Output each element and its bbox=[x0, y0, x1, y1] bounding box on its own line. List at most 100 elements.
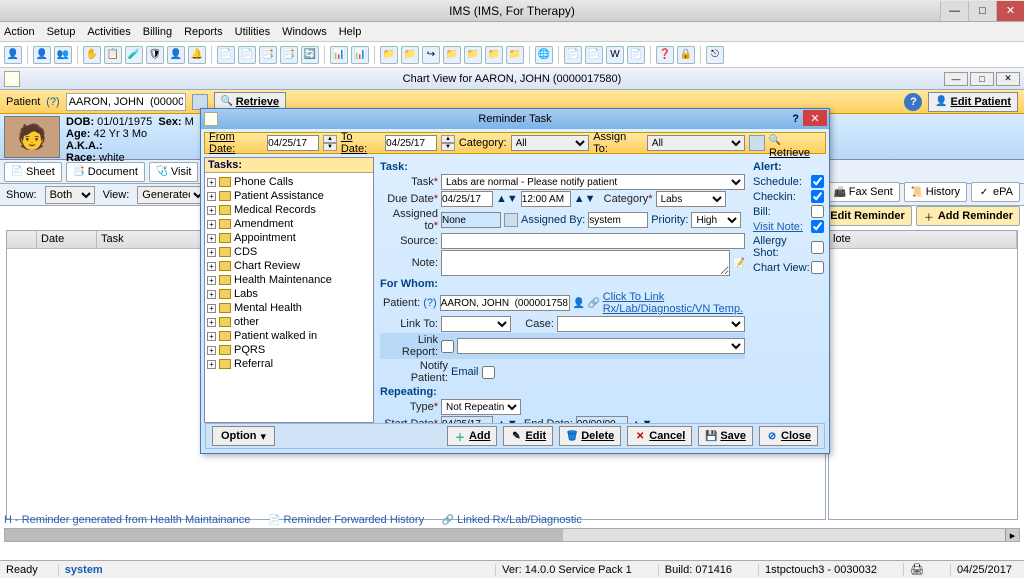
tab-history[interactable]: 📜History bbox=[904, 182, 967, 202]
fw-patient-help[interactable]: (?) bbox=[423, 297, 436, 309]
toolbar-icon[interactable]: 📄 bbox=[217, 46, 235, 64]
assigned-by-input[interactable] bbox=[588, 212, 648, 228]
tab-visit[interactable]: 🩺Visit bbox=[149, 162, 199, 182]
toolbar-icon[interactable]: ✋ bbox=[83, 46, 101, 64]
toolbar-icon[interactable]: 🔒 bbox=[677, 46, 695, 64]
subwin-min[interactable]: — bbox=[944, 72, 968, 86]
cancel-button[interactable]: ✕Cancel bbox=[627, 426, 692, 446]
toolbar-icon[interactable]: 📁 bbox=[401, 46, 419, 64]
link-report-select[interactable] bbox=[457, 338, 745, 354]
link-report-check[interactable] bbox=[441, 340, 454, 353]
option-button[interactable]: Option ▾ bbox=[212, 426, 275, 446]
grid-col-note[interactable]: lote bbox=[829, 231, 1017, 248]
filter-category-select[interactable]: All bbox=[511, 135, 590, 151]
expand-icon[interactable]: + bbox=[207, 290, 216, 299]
toolbar-icon[interactable]: 📁 bbox=[464, 46, 482, 64]
expand-icon[interactable]: + bbox=[207, 276, 216, 285]
dialog-help-icon[interactable]: ? bbox=[792, 113, 799, 125]
note-expand-icon[interactable]: 📝 bbox=[733, 257, 745, 269]
alert-visitnote-label[interactable]: Visit Note: bbox=[753, 221, 803, 233]
menu-reports[interactable]: Reports bbox=[184, 26, 223, 38]
due-time-spinner[interactable]: ▲▼ bbox=[574, 193, 596, 205]
toolbar-icon[interactable]: 📊 bbox=[351, 46, 369, 64]
to-date-input[interactable] bbox=[385, 135, 437, 151]
toolbar-icon[interactable]: 📑 bbox=[259, 46, 277, 64]
tree-item[interactable]: +Amendment bbox=[207, 217, 371, 231]
edit-patient-button[interactable]: 👤 Edit Patient bbox=[928, 92, 1018, 112]
tree-item[interactable]: +Labs bbox=[207, 287, 371, 301]
grid-col-blank[interactable] bbox=[7, 231, 37, 248]
toolbar-icon[interactable]: 📑 bbox=[280, 46, 298, 64]
menu-action[interactable]: Action bbox=[4, 26, 35, 38]
patient-input[interactable] bbox=[66, 93, 186, 111]
rx-link[interactable]: Click To Link Rx/Lab/Diagnostic/VN Temp. bbox=[603, 291, 745, 315]
tab-epa[interactable]: ✓ePA bbox=[971, 182, 1020, 202]
toolbar-icon[interactable]: 🛡 bbox=[146, 46, 164, 64]
toolbar-icon[interactable]: 👥 bbox=[54, 46, 72, 64]
alert-checkin-check[interactable] bbox=[811, 190, 824, 203]
expand-icon[interactable]: + bbox=[207, 234, 216, 243]
menu-utilities[interactable]: Utilities bbox=[235, 26, 270, 38]
filter-assign-select[interactable]: All bbox=[647, 135, 745, 151]
alert-visitnote-check[interactable] bbox=[811, 220, 824, 233]
subwin-close[interactable]: ✕ bbox=[996, 72, 1020, 86]
dialog-retrieve-button[interactable]: 🔍Retrieve bbox=[769, 134, 821, 152]
tree-item[interactable]: +Patient Assistance bbox=[207, 189, 371, 203]
toolbar-icon[interactable]: 📁 bbox=[506, 46, 524, 64]
tab-document[interactable]: 📑Document bbox=[66, 162, 145, 182]
alert-chartview-check[interactable] bbox=[811, 261, 824, 274]
h-scrollbar[interactable]: ▸ bbox=[4, 528, 1020, 542]
add-button[interactable]: ＋Add bbox=[447, 426, 497, 446]
toolbar-icon[interactable]: 📊 bbox=[330, 46, 348, 64]
fw-patient-input[interactable] bbox=[440, 295, 570, 311]
expand-icon[interactable]: + bbox=[207, 360, 216, 369]
due-date-input[interactable] bbox=[441, 191, 493, 207]
toolbar-icon[interactable]: 👤 bbox=[4, 46, 22, 64]
task-category-select[interactable]: Labs bbox=[656, 191, 726, 207]
expand-icon[interactable]: + bbox=[207, 220, 216, 229]
expand-icon[interactable]: + bbox=[207, 248, 216, 257]
toolbar-icon[interactable]: ❓ bbox=[656, 46, 674, 64]
add-reminder-button[interactable]: ＋Add Reminder bbox=[916, 206, 1020, 226]
tree-item[interactable]: +Health Maintenance bbox=[207, 273, 371, 287]
toolbar-icon[interactable]: 📄 bbox=[585, 46, 603, 64]
tree-item[interactable]: +Phone Calls bbox=[207, 175, 371, 189]
toolbar-icon[interactable]: W bbox=[606, 46, 624, 64]
toolbar-icon[interactable]: ⎋ bbox=[706, 46, 724, 64]
view-select[interactable]: Generated bbox=[137, 186, 207, 204]
toolbar-icon[interactable]: 🧪 bbox=[125, 46, 143, 64]
tree-item[interactable]: +Chart Review bbox=[207, 259, 371, 273]
expand-icon[interactable]: + bbox=[207, 206, 216, 215]
task-select[interactable]: Labs are normal - Please notify patient bbox=[441, 174, 745, 190]
tree-item[interactable]: +Appointment bbox=[207, 231, 371, 245]
edit-button[interactable]: ✎Edit bbox=[503, 426, 553, 446]
note-input[interactable] bbox=[441, 250, 730, 276]
from-date-input[interactable] bbox=[267, 135, 319, 151]
email-check[interactable] bbox=[482, 366, 495, 379]
from-date-spinner[interactable]: ▲▼ bbox=[323, 135, 337, 151]
source-input[interactable] bbox=[441, 233, 745, 249]
grid-col-date[interactable]: Date bbox=[37, 231, 97, 248]
expand-icon[interactable]: + bbox=[207, 304, 216, 313]
toolbar-icon[interactable]: 📄 bbox=[238, 46, 256, 64]
alert-allergy-check[interactable] bbox=[811, 241, 824, 254]
to-date-spinner[interactable]: ▲▼ bbox=[441, 135, 455, 151]
toolbar-icon[interactable]: 📄 bbox=[627, 46, 645, 64]
patient-help[interactable]: (?) bbox=[46, 96, 59, 108]
subwin-max[interactable]: □ bbox=[970, 72, 994, 86]
tree-item[interactable]: +Medical Records bbox=[207, 203, 371, 217]
tab-fax-sent[interactable]: 📠Fax Sent bbox=[827, 182, 900, 202]
due-date-spinner[interactable]: ▲▼ bbox=[496, 193, 518, 205]
toolbar-icon[interactable]: 👤 bbox=[167, 46, 185, 64]
toolbar-icon[interactable]: 🌐 bbox=[535, 46, 553, 64]
menu-windows[interactable]: Windows bbox=[282, 26, 327, 38]
expand-icon[interactable]: + bbox=[207, 318, 216, 327]
expand-icon[interactable]: + bbox=[207, 178, 216, 187]
expand-icon[interactable]: + bbox=[207, 192, 216, 201]
tree-item[interactable]: +PQRS bbox=[207, 343, 371, 357]
close-button[interactable]: ✕ bbox=[996, 1, 1024, 21]
close-dialog-button[interactable]: ⊘Close bbox=[759, 426, 818, 446]
task-tree[interactable]: +Phone Calls+Patient Assistance+Medical … bbox=[205, 173, 373, 422]
tree-item[interactable]: +CDS bbox=[207, 245, 371, 259]
toolbar-icon[interactable]: ↪ bbox=[422, 46, 440, 64]
